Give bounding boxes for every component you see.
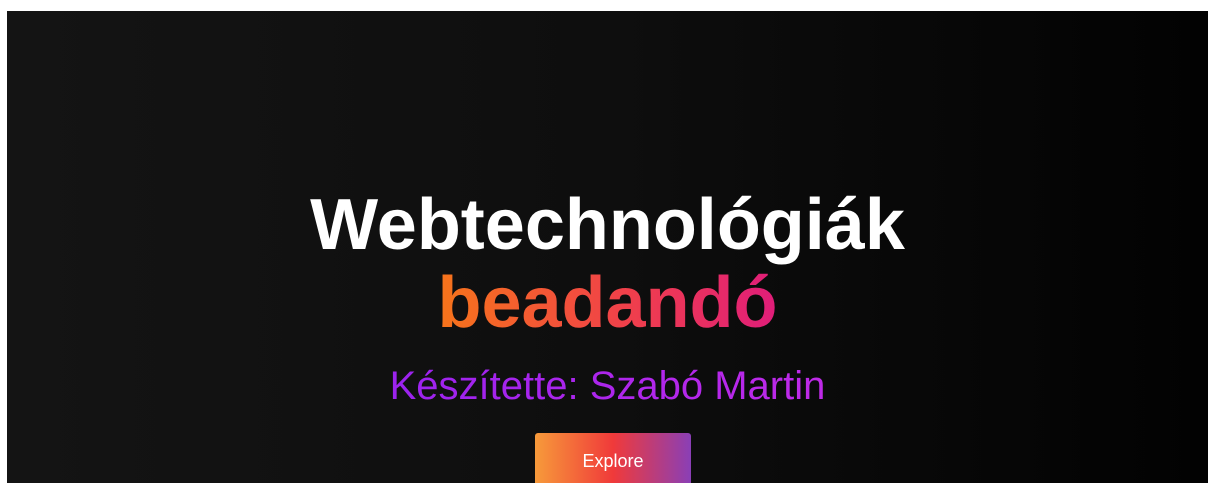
author-line: Készítette: Szabó Martin — [7, 363, 1208, 409]
hero-subtitle: beadandó — [7, 263, 1208, 343]
explore-button[interactable]: Explore — [535, 433, 691, 483]
hero-section: Webtechnológiák beadandó Készítette: Sza… — [7, 11, 1208, 483]
hero-title: Webtechnológiák — [310, 185, 905, 265]
author-text: Készítette: Szabó Martin — [389, 364, 826, 408]
hero-subtitle-text: beadandó — [437, 263, 778, 343]
